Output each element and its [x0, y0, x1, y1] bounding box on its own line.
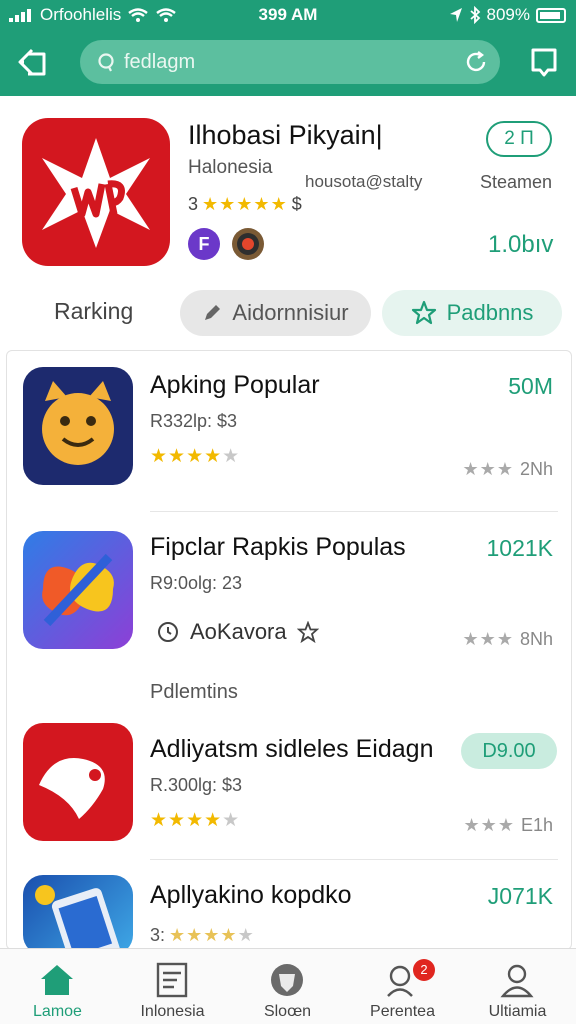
- list-item[interactable]: Apking Popular R332lp: $3 ★★★★★ 50M ★★★ …: [7, 351, 573, 511]
- document-icon: [156, 962, 188, 998]
- rating-suffix: $: [291, 194, 302, 214]
- battery-icon: [536, 7, 566, 23]
- app-name: Fipclar Rapkis Populas: [150, 533, 406, 561]
- tab-administration[interactable]: Aidornnisiur: [180, 290, 371, 336]
- profile-icon: [500, 964, 534, 998]
- rating-prefix: 3: [188, 194, 199, 214]
- tab-administration-label: Aidornnisiur: [232, 300, 349, 325]
- list-item[interactable]: Apllyakino kopdko 3: ★★★★★ J071K: [7, 861, 573, 955]
- nav-label: Lamoe: [33, 1003, 82, 1020]
- nav-sloen[interactable]: Sloœn: [230, 949, 345, 1024]
- tab-padbnns-label: Padbnns: [446, 300, 534, 325]
- award-badge-icon[interactable]: [232, 228, 264, 260]
- nav-home[interactable]: Lamoe: [0, 949, 115, 1024]
- nav-ultiamia[interactable]: Ultiamia: [460, 949, 575, 1024]
- review-count: ★★★ 2Nh: [462, 459, 553, 479]
- divider: [150, 511, 558, 512]
- search-bar[interactable]: [80, 40, 500, 84]
- tab-ranking[interactable]: Rarking: [54, 298, 133, 325]
- featured-app-size: 1.0bıv: [488, 231, 554, 258]
- bottom-navigation: Lamoe Inlonesia Sloœn 2 Perentea Ultiami…: [0, 948, 576, 1024]
- battery-percent: 809%: [486, 5, 530, 24]
- status-bar: Orfoohlelis 399 AM 809%: [0, 0, 576, 30]
- swirl-logo-icon: [23, 531, 133, 649]
- nav-label: Ultiamia: [488, 1003, 547, 1020]
- featured-app-icon[interactable]: [22, 118, 170, 266]
- search-icon: [98, 53, 114, 72]
- share-button[interactable]: [524, 42, 564, 82]
- featured-app-subtitle: Halonesia: [188, 157, 273, 178]
- app-size: 1021K: [486, 535, 553, 561]
- tab-padbnns[interactable]: Padbnns: [382, 290, 562, 336]
- star-rating-icon: ★★★★★: [202, 194, 288, 214]
- install-button[interactable]: 2 П: [486, 121, 552, 157]
- search-input[interactable]: [124, 48, 444, 76]
- nav-inlonesia[interactable]: Inlonesia: [115, 949, 230, 1024]
- featured-tag: Steamen: [480, 172, 553, 192]
- app-meta: R9:0olg: 23: [150, 573, 243, 593]
- review-count: ★★★ 8Nh: [462, 629, 553, 649]
- share-icon: [531, 48, 557, 77]
- clock-icon: [158, 622, 178, 642]
- star-outline-icon: [296, 621, 319, 643]
- featured-developer-email[interactable]: housota@stalty: [305, 172, 422, 192]
- star-rating-icon: ★★★★★: [169, 925, 255, 945]
- divider: [150, 859, 558, 860]
- list-item[interactable]: Fipclar Rapkis Populas R9:0olg: 23 1021K…: [7, 513, 573, 683]
- back-arrow-icon: [18, 48, 46, 76]
- back-button[interactable]: [14, 42, 54, 82]
- star-rating-icon: ★★★★★: [150, 446, 241, 467]
- star-outline-icon: [411, 300, 436, 325]
- app-logo-icon: [42, 138, 150, 248]
- app-size: J071K: [487, 883, 553, 909]
- shield-icon: [271, 964, 303, 996]
- featured-rating: 3 ★★★★★ $: [188, 194, 302, 215]
- heart-pin-icon: [23, 723, 133, 841]
- nav-label: Perentea: [370, 1003, 435, 1020]
- developer-badge[interactable]: F: [188, 228, 220, 260]
- app-meta: 3: ★★★★★: [150, 925, 255, 945]
- phone-app-icon: [23, 875, 133, 955]
- app-meta: R.300lg: $3: [150, 775, 243, 795]
- nav-perentea[interactable]: 2 Perentea: [345, 949, 460, 1024]
- location-arrow-icon: [449, 8, 462, 22]
- top-app-bar: Orfoohlelis 399 AM 809%: [0, 0, 576, 96]
- review-count: ★★★ E1h: [463, 815, 553, 835]
- notification-badge: 2: [413, 959, 435, 981]
- featured-app-title: Ilhobasi Pikyain|: [188, 120, 383, 150]
- bluetooth-icon: [469, 6, 480, 24]
- app-name: Adliyatsm sidleles Eidagn: [150, 735, 434, 763]
- app-meta: R332lp: $3: [150, 411, 238, 431]
- section-label: Pdlemtins: [150, 681, 238, 703]
- price-button[interactable]: D9.00: [461, 733, 557, 769]
- star-rating-icon: ★★★★★: [150, 810, 241, 831]
- nav-label: Sloœn: [263, 1003, 312, 1020]
- app-name: Apllyakino kopdko: [150, 881, 352, 909]
- pencil-icon: [205, 305, 221, 320]
- developer-line[interactable]: AoKavora: [156, 619, 319, 645]
- nav-label: Inlonesia: [140, 1003, 205, 1020]
- home-icon: [41, 965, 73, 995]
- list-item[interactable]: Adliyatsm sidleles Eidagn R.300lg: $3 ★★…: [7, 711, 573, 861]
- refresh-icon[interactable]: [464, 50, 488, 74]
- app-list: Apking Popular R332lp: $3 ★★★★★ 50M ★★★ …: [6, 350, 573, 955]
- app-name: Apking Popular: [150, 371, 320, 399]
- developer-name: AoKavora: [190, 619, 287, 644]
- app-size: 50M: [508, 373, 553, 399]
- cat-emoji-icon: [23, 367, 133, 485]
